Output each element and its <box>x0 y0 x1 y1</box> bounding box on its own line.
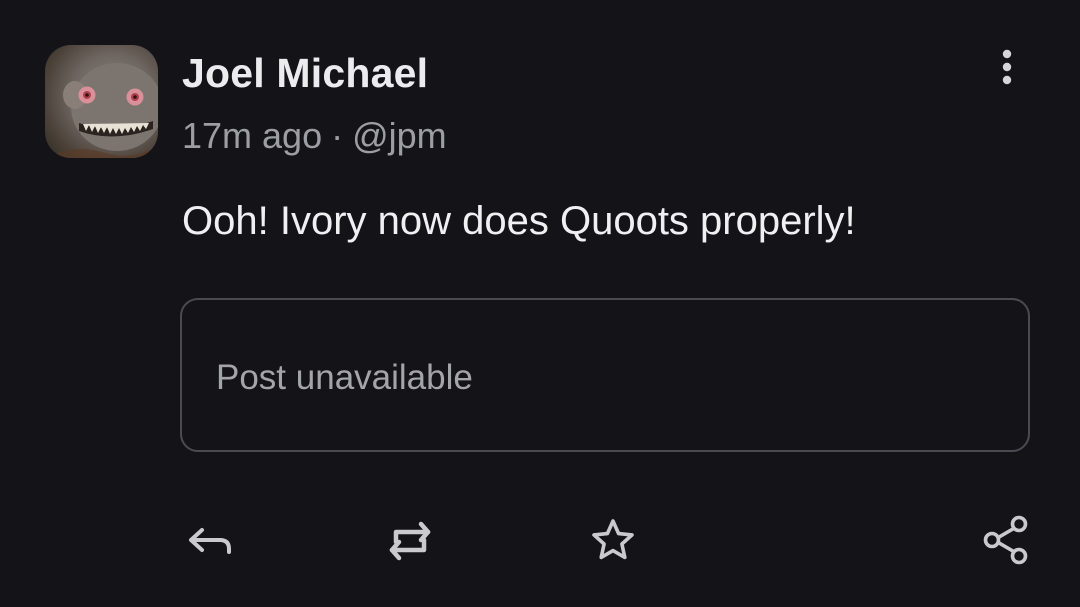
fish-face-image <box>45 63 158 158</box>
post-content: Ooh! Ivory now does Quoots properly! <box>182 199 856 243</box>
more-options-button[interactable] <box>990 46 1024 88</box>
share-icon <box>983 515 1028 565</box>
favorite-button[interactable] <box>585 512 641 568</box>
author-name[interactable]: Joel Michael <box>182 50 428 97</box>
post-meta: 17m ago · @jpm <box>182 115 447 157</box>
share-button[interactable] <box>978 512 1034 568</box>
quoted-post-status: Post unavailable <box>216 358 473 397</box>
boost-icon <box>389 521 431 561</box>
meta-separator: · <box>331 115 344 156</box>
reply-icon <box>189 528 231 554</box>
timestamp: 17m ago <box>182 115 323 156</box>
quoted-post[interactable]: Post unavailable <box>180 298 1030 452</box>
more-vertical-icon <box>1002 49 1012 85</box>
reply-button[interactable] <box>182 512 238 568</box>
author-handle[interactable]: @jpm <box>352 115 447 156</box>
avatar[interactable] <box>45 45 158 158</box>
post-card: Joel Michael 17m ago · @jpm Ooh! Ivory now… <box>0 0 1080 607</box>
star-icon <box>592 519 634 560</box>
boost-button[interactable] <box>382 512 438 568</box>
